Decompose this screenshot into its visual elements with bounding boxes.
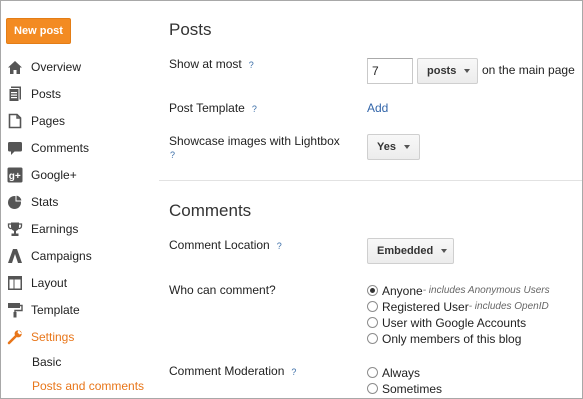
sidebar-item-label: Posts <box>31 87 62 101</box>
lightbox-dropdown[interactable]: Yes <box>367 134 420 160</box>
radio-blog-members[interactable]: Only members of this blog <box>367 331 521 346</box>
add-template-link[interactable]: Add <box>367 101 388 115</box>
sidebar-item-label: Pages <box>31 114 66 128</box>
posts-unit-dropdown[interactable]: posts <box>417 58 478 84</box>
radio-always[interactable]: Always <box>367 365 420 380</box>
chevron-down-icon <box>464 69 471 73</box>
pages-icon <box>6 112 24 130</box>
show-at-most-label: Show at most? <box>169 57 254 71</box>
settings-window: New post Overview Posts Pages Comments g… <box>0 0 583 399</box>
radio-button[interactable] <box>367 383 378 394</box>
sidebar-item-label: Template <box>31 303 80 317</box>
help-icon[interactable]: ? <box>249 60 254 70</box>
radio-button[interactable] <box>367 333 378 344</box>
sidebar-item-comments[interactable]: Comments <box>1 137 159 159</box>
sidebar: New post Overview Posts Pages Comments g… <box>1 1 159 398</box>
sidebar-item-label: Comments <box>31 141 90 155</box>
sidebar-item-layout[interactable]: Layout <box>1 272 159 294</box>
lightbox-label: Showcase images with Lightbox <box>169 134 340 148</box>
radio-anyone[interactable]: Anyone - includes Anonymous Users <box>367 283 550 298</box>
comment-icon <box>6 139 24 157</box>
sidebar-item-earnings[interactable]: Earnings <box>1 218 159 240</box>
radio-google-accounts[interactable]: User with Google Accounts <box>367 315 526 330</box>
radio-button[interactable] <box>367 301 378 312</box>
campaigns-icon <box>6 247 24 265</box>
sidebar-item-google-plus[interactable]: g+ Google+ <box>1 164 159 186</box>
radio-sometimes[interactable]: Sometimes <box>367 381 442 396</box>
help-icon[interactable]: ? <box>252 104 257 114</box>
posts-icon <box>6 85 24 103</box>
radio-button[interactable] <box>367 367 378 378</box>
posts-section-title: Posts <box>169 20 212 39</box>
pie-chart-icon <box>6 193 24 211</box>
sidebar-item-posts[interactable]: Posts <box>1 83 159 105</box>
sidebar-item-stats[interactable]: Stats <box>1 191 159 213</box>
sidebar-item-label: Overview <box>31 60 82 74</box>
radio-button[interactable] <box>367 317 378 328</box>
sidebar-item-template[interactable]: Template <box>1 299 159 321</box>
trophy-icon <box>6 220 24 238</box>
radio-registered-user[interactable]: Registered User - includes OpenID <box>367 299 549 314</box>
sidebar-item-label: Google+ <box>31 168 77 182</box>
layout-icon <box>6 274 24 292</box>
help-icon[interactable]: ? <box>291 367 296 377</box>
section-divider <box>159 180 582 181</box>
sidebar-item-campaigns[interactable]: Campaigns <box>1 245 159 267</box>
main-page-suffix: on the main page <box>482 63 575 77</box>
sidebar-subitem-posts-and-comments[interactable]: Posts and comments <box>32 379 144 393</box>
settings-panel: Posts Show at most? posts on the main pa… <box>159 1 582 398</box>
comment-moderation-label: Comment Moderation? <box>169 364 297 378</box>
chevron-down-icon <box>403 145 410 149</box>
new-post-button[interactable]: New post <box>6 18 71 44</box>
sidebar-item-label: Layout <box>31 276 68 290</box>
home-icon <box>6 58 24 76</box>
posts-count-input[interactable] <box>367 58 413 84</box>
wrench-icon <box>6 328 24 346</box>
chevron-down-icon <box>441 249 448 253</box>
who-can-comment-label: Who can comment? <box>169 283 276 297</box>
sidebar-item-pages[interactable]: Pages <box>1 110 159 132</box>
svg-text:g+: g+ <box>9 171 21 182</box>
sidebar-item-settings[interactable]: Settings <box>1 326 159 348</box>
paint-roller-icon <box>6 301 24 319</box>
comment-location-label: Comment Location? <box>169 238 282 252</box>
google-plus-icon: g+ <box>6 166 24 184</box>
help-icon[interactable]: ? <box>170 150 175 160</box>
sidebar-item-label: Settings <box>31 330 75 344</box>
sidebar-subitem-basic[interactable]: Basic <box>32 355 61 369</box>
sidebar-item-label: Campaigns <box>31 249 92 263</box>
comments-section-title: Comments <box>169 201 252 220</box>
help-icon[interactable]: ? <box>277 241 282 251</box>
sidebar-item-label: Earnings <box>31 222 79 236</box>
post-template-label: Post Template? <box>169 101 257 115</box>
sidebar-item-overview[interactable]: Overview <box>1 56 159 78</box>
radio-button[interactable] <box>367 285 378 296</box>
comment-location-dropdown[interactable]: Embedded <box>367 238 454 264</box>
sidebar-item-label: Stats <box>31 195 59 209</box>
